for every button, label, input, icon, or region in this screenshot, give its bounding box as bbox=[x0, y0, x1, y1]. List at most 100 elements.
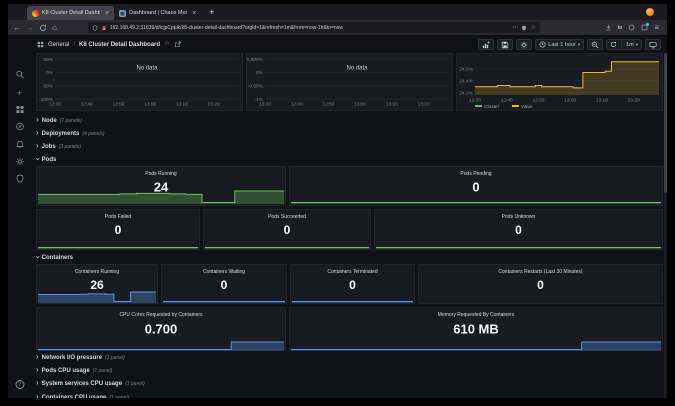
grafana-favicon bbox=[32, 9, 39, 17]
panel-title[interactable]: Pods Succeeded bbox=[204, 214, 370, 220]
toolbar-extensions: in ≡ bbox=[605, 23, 662, 32]
panel-graph-cluster-value[interactable]: 24.5% 24.4% 24.3% 12:30 12:40 12:50 13:00 13:10… bbox=[456, 53, 663, 111]
svg-text:0.500%: 0.500% bbox=[247, 57, 264, 63]
time-range-picker[interactable]: Last 1 hour ▾ bbox=[535, 39, 585, 50]
dashboard-settings-button[interactable] bbox=[516, 39, 533, 50]
url-text[interactable]: 192.168.49.2:31639/d/icjpCppik/k8-cluste… bbox=[110, 25, 510, 31]
panel-title[interactable]: Containers Waiting bbox=[162, 269, 286, 275]
panel-title[interactable]: Pods Pending bbox=[290, 171, 662, 177]
extension-circle-icon[interactable] bbox=[628, 24, 635, 31]
save-dashboard-button[interactable] bbox=[497, 39, 514, 50]
forward-icon[interactable]: → bbox=[26, 23, 34, 32]
dashboards-icon[interactable] bbox=[15, 105, 24, 114]
help-icon[interactable]: ? bbox=[15, 380, 24, 389]
svg-text:13:00: 13:00 bbox=[564, 98, 576, 104]
insecure-lock-icon[interactable] bbox=[101, 24, 107, 31]
panel-title[interactable]: Containers Running bbox=[37, 269, 157, 275]
permissions-shield-icon[interactable] bbox=[92, 24, 98, 31]
refresh-picker[interactable]: 1m ▾ bbox=[606, 39, 642, 50]
panel-graph-nodata-2[interactable]: 0.500% 0% -0.50% -1% 12:30 12:40 12:50 13:00 13:… bbox=[246, 53, 453, 111]
panel-containers-terminated[interactable]: Containers Terminated 0 bbox=[290, 264, 415, 304]
svg-text:No data: No data bbox=[136, 66, 158, 72]
panel-pods-succeeded[interactable]: Pods Succeeded 0 bbox=[203, 209, 371, 250]
tab-chaos-mesh[interactable]: Dashboard | Chaos Mesh D × bbox=[114, 6, 201, 20]
tab-bar: K8 Cluster Detail Dashboa × Dashboard | … bbox=[8, 4, 667, 20]
svg-text:13:10: 13:10 bbox=[596, 98, 608, 104]
back-icon[interactable]: ← bbox=[13, 23, 21, 32]
row-node[interactable]: › Node (7 panels) bbox=[36, 115, 82, 126]
home-icon[interactable]: ⌂ bbox=[52, 23, 57, 32]
svg-text:24.5%: 24.5% bbox=[459, 67, 473, 73]
panel-pods-pending[interactable]: Pods Pending 0 bbox=[289, 166, 663, 206]
row-system-cpu[interactable]: › System services CPU usage (1 panel) bbox=[36, 378, 145, 389]
panel-containers-waiting[interactable]: Containers Waiting 0 bbox=[161, 264, 287, 304]
row-containers[interactable]: › Containers bbox=[33, 252, 73, 263]
configuration-gear-icon[interactable] bbox=[15, 157, 24, 166]
row-pods-cpu[interactable]: › Pods CPU usage (1 panel) bbox=[36, 365, 112, 376]
explore-compass-icon[interactable] bbox=[15, 122, 24, 131]
row-pods[interactable]: › Pods bbox=[33, 154, 56, 165]
panel-title[interactable]: Containers Terminated bbox=[291, 269, 414, 275]
kiosk-tv-button[interactable] bbox=[645, 39, 661, 50]
scrollbar-thumb[interactable] bbox=[664, 53, 667, 193]
svg-text:12:50: 12:50 bbox=[322, 102, 334, 108]
row-containers-cpu[interactable]: › Containers CPU usage (1 panel) bbox=[36, 392, 129, 398]
more-options-icon[interactable]: ⋯ bbox=[512, 25, 518, 31]
panel-containers-running[interactable]: Containers Running 26 bbox=[36, 264, 158, 304]
downloads-icon[interactable] bbox=[605, 24, 612, 31]
panel-cpu-requested[interactable]: CPU Cores Requested by Containers 0.700 bbox=[36, 307, 286, 351]
panel-pods-running[interactable]: Pods Running 24 bbox=[36, 166, 286, 206]
menu-icon[interactable]: ≡ bbox=[654, 23, 659, 32]
panel-title[interactable]: Memory Requested By Containers bbox=[290, 312, 662, 318]
url-bar[interactable]: 192.168.49.2:31639/d/icjpCppik/k8-cluste… bbox=[87, 22, 540, 33]
panel-title[interactable]: Pods Unknown bbox=[375, 214, 662, 220]
svg-text:13:20: 13:20 bbox=[208, 102, 220, 108]
breadcrumb-folder[interactable]: General bbox=[48, 42, 69, 48]
tracking-shield-icon[interactable] bbox=[521, 25, 527, 31]
svg-text:12:30: 12:30 bbox=[259, 102, 271, 108]
extension-badge-icon[interactable] bbox=[641, 23, 650, 31]
new-tab-button[interactable]: + bbox=[209, 5, 214, 19]
bookmark-star-icon[interactable]: ☆ bbox=[530, 25, 535, 31]
panel-graph-nodata-1[interactable]: 50% 0% -50% -100% 12:30 12:40 12:50 13:00 13:10 1… bbox=[36, 53, 243, 111]
zoom-out-button[interactable] bbox=[587, 39, 604, 50]
chaos-mesh-favicon bbox=[119, 9, 127, 17]
close-tab-icon[interactable]: × bbox=[105, 10, 109, 17]
dashboard-title[interactable]: K8 Cluster Detail Dashboard bbox=[79, 42, 160, 48]
row-deployments[interactable]: › Deployments (4 panels) bbox=[36, 128, 105, 139]
reload-icon[interactable] bbox=[39, 24, 47, 32]
svg-text:13:00: 13:00 bbox=[144, 102, 156, 108]
svg-text:12:50: 12:50 bbox=[112, 102, 124, 108]
svg-text:Value: Value bbox=[521, 104, 533, 110]
close-tab-icon[interactable]: × bbox=[192, 10, 196, 17]
panel-containers-restarts[interactable]: Containers Restarts (Last 30 Minutes) 0 bbox=[418, 264, 663, 304]
panel-pods-unknown[interactable]: Pods Unknown 0 bbox=[374, 209, 663, 250]
favorite-star-icon[interactable]: ☆ bbox=[164, 41, 170, 48]
panel-title[interactable]: Containers Restarts (Last 30 Minutes) bbox=[419, 269, 662, 275]
panel-memory-requested[interactable]: Memory Requested By Containers 610 MB bbox=[289, 307, 663, 351]
svg-text:12:40: 12:40 bbox=[501, 98, 513, 104]
svg-text:-50%: -50% bbox=[42, 83, 54, 89]
dashboard-header: General / K8 Cluster Detail Dashboard ☆ bbox=[31, 36, 667, 53]
share-icon[interactable] bbox=[174, 41, 181, 48]
svg-text:0%: 0% bbox=[256, 70, 264, 76]
panel-title[interactable]: CPU Cores Requested by Containers bbox=[37, 312, 285, 318]
svg-text:-0.50%: -0.50% bbox=[248, 83, 264, 89]
alerting-bell-icon[interactable] bbox=[15, 140, 24, 149]
time-range-label: Last 1 hour bbox=[548, 41, 576, 48]
panel-title[interactable]: Pods Failed bbox=[37, 214, 199, 220]
profile-icon[interactable] bbox=[646, 8, 654, 16]
row-network-io[interactable]: › Network I/O pressure (1 panel) bbox=[36, 352, 125, 363]
create-plus-icon[interactable]: + bbox=[17, 88, 22, 98]
panel-title[interactable]: Pods Running bbox=[37, 171, 285, 177]
server-admin-shield-icon[interactable] bbox=[15, 174, 24, 183]
search-icon[interactable] bbox=[15, 70, 24, 79]
linkedin-extension-icon[interactable]: in bbox=[618, 25, 622, 31]
tab-k8-dashboard[interactable]: K8 Cluster Detail Dashboa × bbox=[27, 6, 115, 20]
add-panel-button[interactable] bbox=[478, 39, 495, 50]
chevron-right-icon: › bbox=[36, 351, 39, 361]
svg-text:No data: No data bbox=[346, 66, 368, 72]
panel-pods-failed[interactable]: Pods Failed 0 bbox=[36, 209, 200, 250]
row-jobs[interactable]: › Jobs (3 panels) bbox=[36, 141, 81, 152]
breadcrumb-separator: / bbox=[73, 41, 76, 48]
